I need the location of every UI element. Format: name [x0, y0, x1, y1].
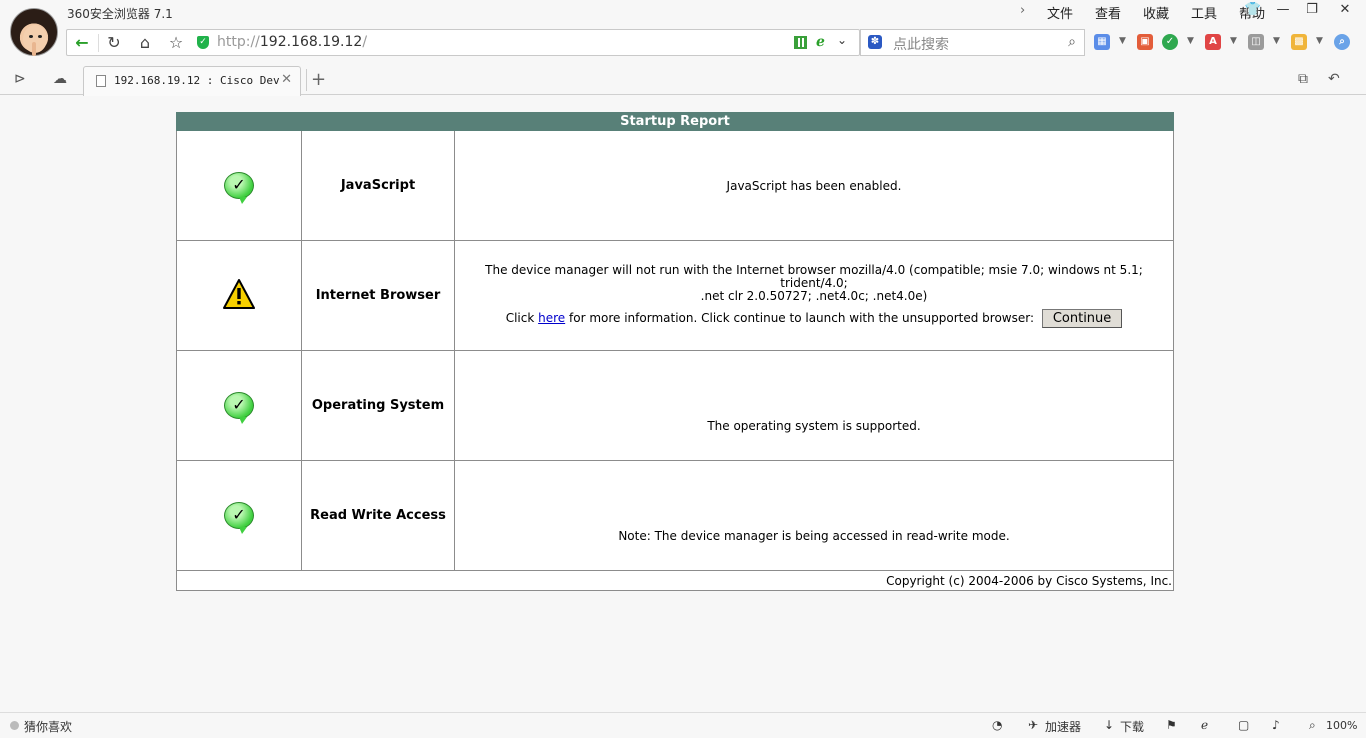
security-guard-icon[interactable]: ✓ [1162, 34, 1178, 50]
tab-bar: ⊳ ☁ 192.168.19.12 : Cisco Device Manager… [0, 66, 1366, 96]
restore-button[interactable]: ❐ [1297, 0, 1327, 20]
tab-list-icon[interactable]: ⧉ [1298, 71, 1308, 87]
check-icon: ✓ [224, 502, 254, 534]
qr-code-icon[interactable] [794, 36, 807, 49]
copyright: Copyright (c) 2004-2006 by Cisco Systems… [176, 570, 1174, 591]
check-name: Internet Browser [301, 240, 455, 351]
check-message: The device manager will not run with the… [454, 240, 1174, 351]
speed-icon[interactable]: ◔ [992, 718, 1002, 732]
window-icon[interactable]: ▢ [1238, 718, 1249, 732]
check-icon: ✓ [224, 172, 254, 204]
ie-mode-icon[interactable]: ℯ [816, 34, 825, 50]
download-icon[interactable]: ↓ [1104, 718, 1114, 732]
zoom-level[interactable]: 100% [1326, 719, 1357, 732]
check-message: JavaScript has been enabled. [454, 130, 1174, 241]
sidebar-toggle-icon[interactable]: ⊳ [14, 71, 26, 87]
security-shield-icon[interactable]: ✓ [197, 36, 209, 49]
close-tab-icon[interactable]: ✕ [281, 72, 292, 87]
continue-button[interactable]: Continue [1041, 308, 1123, 328]
search-input[interactable]: 点此搜索 [893, 34, 949, 54]
screenshot-icon[interactable]: ◫ [1248, 34, 1264, 50]
startup-report-table: Startup Report ✓ JavaScript JavaScript h… [176, 112, 1174, 591]
report-title: Startup Report [176, 112, 1174, 131]
table-row: ✓ JavaScript JavaScript has been enabled… [176, 130, 1174, 241]
translate-icon[interactable]: A [1205, 34, 1221, 50]
guard-dropdown-icon[interactable]: ▼ [1187, 36, 1194, 46]
back-arrow-icon[interactable]: ← [67, 30, 97, 55]
check-message: The operating system is supported. [454, 350, 1174, 461]
check-name: Operating System [301, 350, 455, 461]
browser-warning-line1: The device manager will not run with the… [485, 262, 1143, 290]
warning-icon [223, 279, 255, 309]
address-bar: ← ↻ ⌂ ☆ ✓ http://192.168.19.12/ ℯ ⌄ [66, 29, 860, 56]
status-dot-icon [10, 721, 19, 730]
new-tab-button[interactable]: + [306, 69, 330, 91]
close-window-button[interactable]: ✕ [1330, 0, 1360, 20]
click-suffix: for more information. Click continue to … [569, 310, 1034, 325]
download-label[interactable]: 下载 [1120, 718, 1144, 735]
flag-icon[interactable]: ⚑ [1166, 718, 1177, 732]
app-title: 360安全浏览器 7.1 [67, 7, 173, 21]
menu-favorites[interactable]: 收藏 [1132, 3, 1180, 22]
accelerator-label[interactable]: 加速器 [1045, 718, 1081, 735]
home-icon[interactable]: ⌂ [130, 30, 160, 55]
skin-icon[interactable]: 👕 [1238, 0, 1268, 20]
apps-icon[interactable]: ▦ [1094, 34, 1110, 50]
zoom-icon[interactable]: ⌕ [1309, 718, 1316, 733]
apps-dropdown-icon[interactable]: ▼ [1119, 36, 1126, 46]
menu-tools[interactable]: 工具 [1180, 3, 1228, 22]
cloud-icon[interactable]: ☁ [53, 71, 67, 87]
table-row: ✓ Read Write Access Note: The device man… [176, 460, 1174, 571]
volume-icon[interactable]: ♪ [1272, 718, 1280, 732]
page-icon [96, 75, 106, 87]
browser-warning-line2: .net clr 2.0.50727; .net4.0c; .net4.0e) [700, 288, 928, 303]
chevron-down-icon[interactable]: ⌄ [837, 33, 847, 47]
accelerator-icon[interactable]: ✈ [1028, 718, 1038, 732]
user-avatar[interactable] [10, 8, 58, 56]
tab-active[interactable]: 192.168.19.12 : Cisco Device Manager ✕ [83, 66, 301, 96]
table-row: ✓ Operating System The operating system … [176, 350, 1174, 461]
here-link[interactable]: here [538, 311, 565, 325]
tab-title: 192.168.19.12 : Cisco Device Manager [114, 74, 280, 87]
zoom-search-icon[interactable]: ⌕ [1334, 34, 1350, 50]
check-message: Note: The device manager is being access… [454, 460, 1174, 571]
url-input[interactable]: http://192.168.19.12/ [217, 34, 367, 50]
extensions-icon[interactable]: ▩ [1291, 34, 1307, 50]
check-name: JavaScript [301, 130, 455, 241]
refresh-icon[interactable]: ↻ [99, 30, 129, 55]
chevron-right-icon[interactable]: › [1020, 3, 1036, 22]
menu-view[interactable]: 查看 [1084, 3, 1132, 22]
page-content: Startup Report ✓ JavaScript JavaScript h… [0, 96, 1366, 712]
undo-close-icon[interactable]: ↶ [1328, 71, 1340, 87]
star-icon[interactable]: ☆ [161, 30, 191, 55]
minimize-button[interactable]: — [1268, 0, 1298, 20]
extensions-dropdown-icon[interactable]: ▼ [1316, 36, 1323, 46]
table-row: Internet Browser The device manager will… [176, 240, 1174, 351]
search-icon[interactable]: ⌕ [1068, 34, 1076, 50]
click-prefix: Click [505, 310, 535, 325]
screenshot-dropdown-icon[interactable]: ▼ [1273, 36, 1280, 46]
recommend-link[interactable]: 猜你喜欢 [24, 718, 72, 735]
status-bar: 猜你喜欢 ◔ ✈ 加速器 ↓ 下载 ⚑ ℯ ▢ ♪ ⌕ 100% [0, 712, 1366, 738]
menu-file[interactable]: 文件 [1036, 3, 1084, 22]
ie-compat-icon[interactable]: ℯ [1201, 718, 1208, 732]
search-box: ✽ 点此搜索 ⌕ [860, 29, 1085, 56]
baidu-paw-icon[interactable]: ✽ [868, 35, 882, 49]
translate-dropdown-icon[interactable]: ▼ [1230, 36, 1237, 46]
check-icon: ✓ [224, 392, 254, 424]
calendar-icon[interactable]: ▣ [1137, 34, 1153, 50]
title-bar: 360安全浏览器 7.1 › 文件 查看 收藏 工具 帮助 👕 — ❐ ✕ [0, 0, 1366, 56]
check-name: Read Write Access [301, 460, 455, 571]
